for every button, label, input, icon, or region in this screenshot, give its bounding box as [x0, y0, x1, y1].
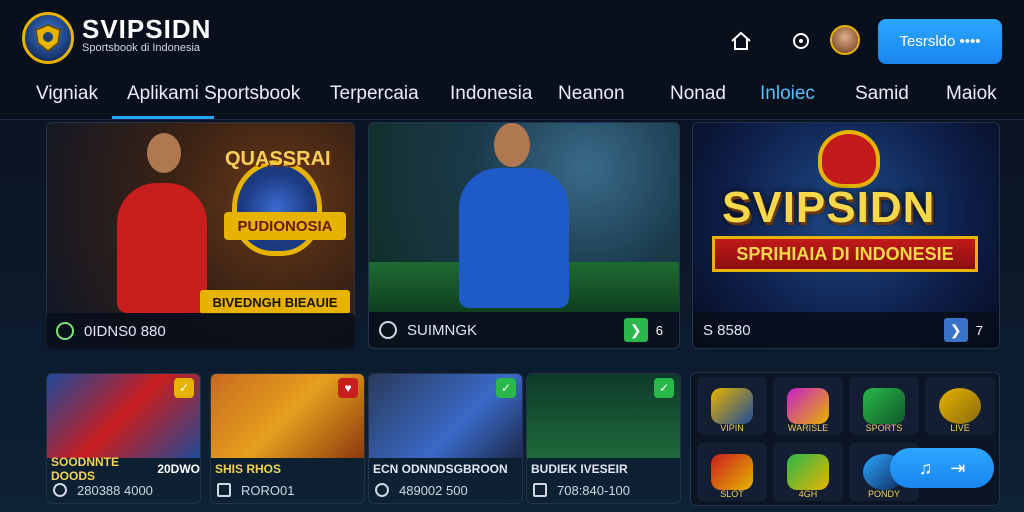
- brand-subtitle: Sportsbook di Indonesia: [82, 42, 201, 54]
- featured-card[interactable]: SUIMNGK ❯ 6: [368, 122, 680, 349]
- clock-icon: [375, 483, 389, 497]
- game-icon: [711, 388, 753, 424]
- match-meta: 489002 500: [369, 477, 522, 503]
- top-header: SVIPSIDN Sportsbook di Indonesia Tesrsld…: [0, 0, 1024, 80]
- hero-banner: SPRIHIAIA DI INDONESIE: [712, 236, 978, 272]
- footer-text: 0IDNS0 880: [84, 322, 166, 340]
- game-icon: [711, 454, 753, 490]
- game-tile[interactable]: 4GH: [773, 443, 843, 501]
- match-card[interactable]: ✓ SOODNNTE DOODS 20DWO 280388 4000: [46, 373, 201, 504]
- calendar-icon: [533, 483, 547, 497]
- music-note-icon: ♫: [918, 457, 933, 478]
- match-meta: 708:840-100: [527, 477, 680, 503]
- hero-title: SVIPSIDN: [722, 183, 936, 232]
- match-card[interactable]: ♥ SHIS RHOS RORO01: [210, 373, 365, 504]
- match-meta-text: 280388 4000: [77, 482, 153, 498]
- game-icon: [939, 388, 981, 424]
- match-card[interactable]: ✓ BUDIEK IVESEIR 708:840-100: [526, 373, 681, 504]
- skip-icon: ⇥: [950, 457, 966, 478]
- user-avatar[interactable]: [830, 25, 860, 55]
- nav-item[interactable]: Vigniak: [36, 83, 98, 105]
- game-tile[interactable]: LIVE: [925, 377, 995, 435]
- game-tile[interactable]: SLOT: [697, 443, 767, 501]
- bet-icon: ❯: [623, 318, 648, 342]
- heart-icon: ♥: [338, 378, 358, 398]
- check-icon: ✓: [174, 378, 194, 398]
- nav-item[interactable]: Aplikami Sportsbook: [127, 83, 300, 105]
- main-nav: Vigniak Aplikami Sportsbook Terpercaia I…: [0, 76, 1024, 120]
- match-meta-text: 708:840-100: [557, 482, 631, 498]
- check-icon: ✓: [496, 378, 516, 398]
- nav-item[interactable]: Neanon: [558, 83, 625, 105]
- calendar-icon: [217, 483, 231, 497]
- game-label: VIPIN: [720, 423, 744, 433]
- team-crest-icon: [232, 160, 322, 256]
- nav-item[interactable]: Samid: [855, 83, 909, 105]
- game-tile[interactable]: WARISLE: [773, 377, 843, 435]
- featured-banner: PUDIONOSIA: [224, 212, 346, 240]
- footer-text: S 8580: [703, 321, 751, 339]
- nav-item[interactable]: Maiok: [946, 83, 997, 105]
- register-button[interactable]: Tesrsldo ••••: [878, 19, 1002, 64]
- logo-crest-icon: [818, 130, 880, 188]
- action-chip[interactable]: ❯ 7: [938, 318, 989, 342]
- brand-name: SVIPSIDN: [82, 14, 212, 44]
- check-icon: ✓: [654, 378, 674, 398]
- shield-icon: [35, 24, 61, 52]
- player-head: [147, 133, 181, 173]
- game-label: SLOT: [720, 489, 744, 499]
- game-label: LIVE: [950, 423, 970, 433]
- match-meta-text: 489002 500: [399, 482, 468, 498]
- match-meta: 280388 4000: [47, 477, 200, 503]
- game-label: 4GH: [798, 489, 818, 499]
- match-meta: RORO01: [211, 477, 364, 503]
- game-label: PONDY: [867, 489, 900, 499]
- featured-footer: 0IDNS0 880: [46, 313, 355, 349]
- action-chip[interactable]: ❯ 6: [618, 318, 669, 342]
- nav-active-indicator: [112, 116, 214, 119]
- status-icon: [379, 321, 397, 339]
- featured-title: QUASSRAI: [225, 148, 331, 170]
- chip-value: 7: [975, 322, 983, 338]
- game-icon: [787, 388, 829, 424]
- game-icon: [787, 454, 829, 490]
- home-icon[interactable]: [728, 28, 754, 54]
- clock-icon: [53, 483, 67, 497]
- brand-logo[interactable]: [22, 12, 74, 64]
- music-toggle-button[interactable]: ♫ ⇥: [890, 448, 994, 488]
- nav-item[interactable]: Indonesia: [450, 83, 532, 105]
- game-icon: [863, 388, 905, 424]
- footer-text: SUIMNGK: [407, 321, 478, 339]
- player-image: [459, 168, 569, 308]
- match-meta-text: RORO01: [241, 482, 295, 498]
- player-head: [494, 123, 530, 167]
- nav-item[interactable]: Terpercaia: [330, 83, 419, 105]
- bet-icon: ❯: [943, 318, 968, 342]
- game-tile[interactable]: SPORTS: [849, 377, 919, 435]
- game-label: WARISLE: [787, 423, 829, 433]
- match-card[interactable]: ✓ ECN ODNNDSGBROON 489002 500: [368, 373, 523, 504]
- nav-item-active[interactable]: Inloiec: [760, 83, 815, 105]
- match-label-extra: 20DWO: [157, 462, 200, 476]
- status-icon: [56, 322, 74, 340]
- chip-value: 6: [655, 322, 663, 338]
- game-label: SPORTS: [865, 423, 903, 433]
- player-image: [117, 183, 207, 313]
- featured-caption: BIVEDNGH BIEAUIE: [200, 290, 350, 314]
- nav-item[interactable]: Nonad: [670, 83, 726, 105]
- settings-icon[interactable]: [788, 28, 814, 54]
- game-tile[interactable]: VIPIN: [697, 377, 767, 435]
